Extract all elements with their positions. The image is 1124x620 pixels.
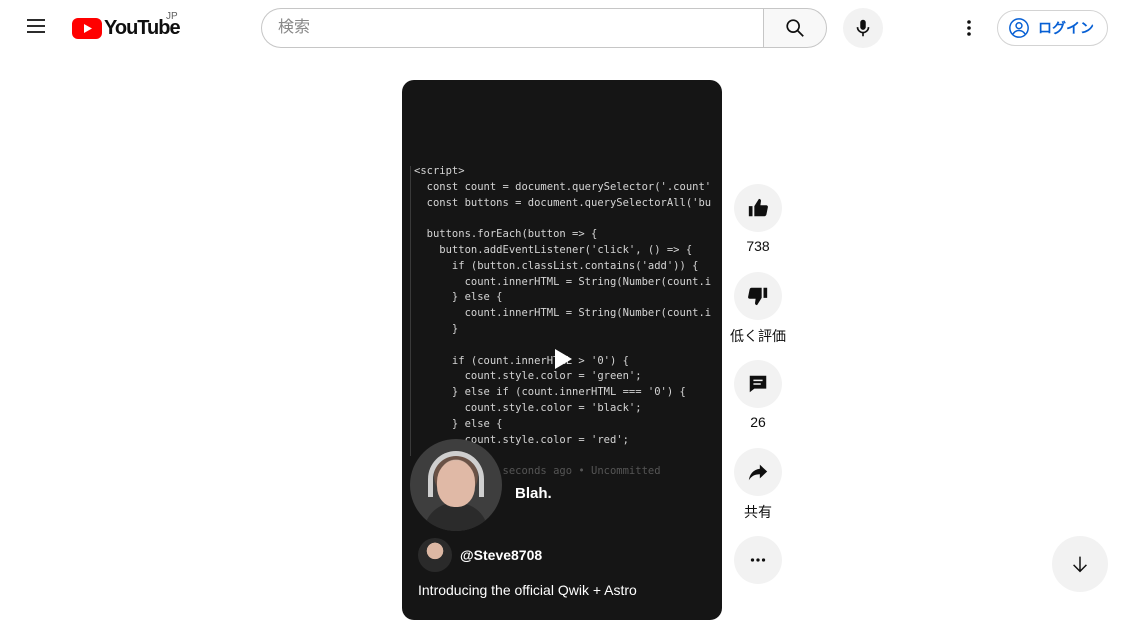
country-code: JP bbox=[166, 11, 178, 22]
code-line: count.style.color = 'green'; bbox=[414, 370, 642, 383]
thumb-up-icon bbox=[748, 198, 768, 217]
dislike-action: 低く評価 bbox=[730, 272, 786, 346]
search-icon bbox=[786, 19, 804, 37]
comment-button[interactable] bbox=[734, 360, 782, 408]
like-button[interactable] bbox=[734, 184, 782, 232]
comment-action: 26 bbox=[732, 360, 784, 430]
share-action: 共有 bbox=[732, 448, 784, 522]
code-line: } else { bbox=[414, 291, 503, 304]
voice-search-button[interactable] bbox=[843, 8, 883, 48]
channel-avatar[interactable] bbox=[418, 538, 452, 572]
code-line: const count = document.querySelector('.c… bbox=[414, 180, 712, 193]
code-line: count.style.color = 'black'; bbox=[414, 401, 642, 414]
login-button[interactable]: ログイン bbox=[997, 10, 1108, 46]
code-line: } else if (count.innerHTML === '0') { bbox=[414, 386, 686, 399]
short-video-player[interactable]: <script> const count = document.querySel… bbox=[402, 80, 722, 620]
code-line: } bbox=[414, 322, 459, 335]
code-line: buttons.forEach(button => { bbox=[414, 228, 598, 241]
like-count: 738 bbox=[746, 238, 770, 254]
dislike-button[interactable] bbox=[734, 272, 782, 320]
code-line: count.innerHTML = String(Number(count.i bbox=[414, 307, 712, 320]
code-line: } else { bbox=[414, 417, 503, 430]
comment-icon bbox=[749, 375, 767, 393]
more-horiz-icon bbox=[750, 558, 766, 562]
video-caption: Blah. bbox=[515, 485, 552, 502]
next-short-button[interactable] bbox=[1052, 536, 1108, 592]
code-indent-guide bbox=[410, 166, 411, 456]
dislike-label: 低く評価 bbox=[730, 328, 786, 344]
presenter-webcam bbox=[410, 439, 502, 531]
code-line: if (button.classList.contains('add')) { bbox=[414, 259, 699, 272]
headphones bbox=[428, 451, 484, 497]
settings-more-button[interactable] bbox=[949, 8, 989, 48]
video-title[interactable]: Introducing the official Qwik + Astro bbox=[418, 582, 637, 598]
microphone-icon bbox=[856, 19, 870, 37]
share-icon bbox=[748, 464, 768, 481]
code-line: const buttons = document.querySelectorAl… bbox=[414, 196, 712, 209]
thumb-down-icon bbox=[748, 287, 768, 306]
account-circle-icon bbox=[1009, 18, 1029, 38]
comment-count: 26 bbox=[750, 414, 766, 430]
more-vert-icon bbox=[967, 20, 971, 36]
youtube-logo[interactable]: YouTube JP bbox=[72, 11, 181, 40]
search-bar bbox=[261, 8, 827, 48]
search-input[interactable] bbox=[261, 8, 764, 48]
guide-menu-button[interactable] bbox=[16, 8, 56, 48]
like-action: 738 bbox=[732, 184, 784, 254]
channel-row[interactable]: @Steve8708 bbox=[418, 538, 542, 572]
share-button[interactable] bbox=[734, 448, 782, 496]
channel-name[interactable]: @Steve8708 bbox=[460, 547, 542, 563]
more-actions-button[interactable] bbox=[734, 536, 782, 584]
play-icon[interactable] bbox=[552, 348, 574, 370]
login-label: ログイン bbox=[1038, 20, 1094, 36]
code-line: button.addEventListener('click', () => { bbox=[414, 243, 693, 256]
hamburger-menu-icon bbox=[24, 14, 48, 43]
code-line: count.innerHTML = String(Number(count.i bbox=[414, 275, 712, 288]
youtube-play-logo-icon bbox=[72, 17, 102, 39]
arrow-down-icon bbox=[1073, 556, 1087, 573]
search-button[interactable] bbox=[763, 8, 827, 48]
more-action bbox=[732, 536, 784, 584]
share-label: 共有 bbox=[744, 504, 772, 520]
code-screen: <script> const count = document.querySel… bbox=[414, 164, 722, 480]
masthead: YouTube JP ログイン bbox=[0, 0, 1124, 56]
code-line: <script> bbox=[414, 165, 465, 177]
